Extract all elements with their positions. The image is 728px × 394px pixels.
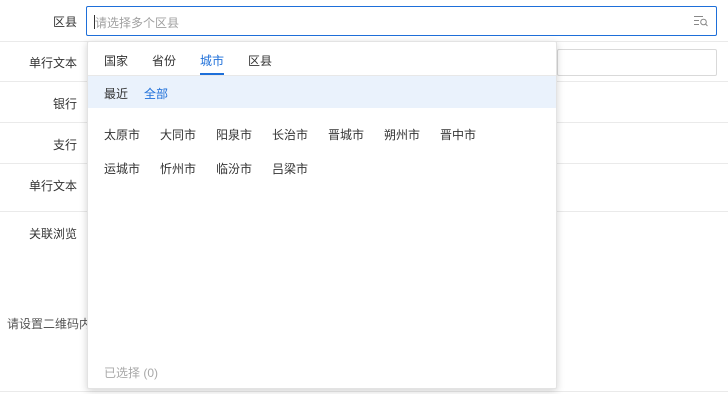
city-option[interactable]: 吕梁市 [272, 160, 308, 177]
list-search-icon[interactable] [694, 15, 708, 27]
field-label-region: 区县 [52, 15, 77, 29]
tab-city[interactable]: 城市 [200, 52, 224, 69]
city-option[interactable]: 忻州市 [160, 160, 196, 177]
tab-district[interactable]: 区县 [248, 52, 272, 69]
qrcode-hint: 请设置二维码内 [7, 317, 92, 331]
active-tab-indicator [200, 73, 224, 75]
text-1-input[interactable] [557, 49, 717, 76]
city-option[interactable]: 长治市 [272, 126, 308, 143]
city-option[interactable]: 晋中市 [440, 126, 476, 143]
region-multiselect-input[interactable]: 请选择多个区县 [86, 6, 717, 36]
field-label-linked-browse: 关联浏览 [28, 227, 77, 241]
region-dropdown-panel: 国家 省份 城市 区县 最近 全部 太原市 大同市 阳泉市 长治市 晋城市 朔州… [87, 41, 557, 389]
field-label-branch: 支行 [52, 138, 77, 152]
region-placeholder: 请选择多个区县 [95, 16, 180, 30]
city-option[interactable]: 朔州市 [384, 126, 420, 143]
city-option[interactable]: 太原市 [104, 126, 140, 143]
city-option[interactable]: 阳泉市 [216, 126, 252, 143]
subtab-all[interactable]: 全部 [144, 85, 168, 102]
city-option[interactable]: 大同市 [160, 126, 196, 143]
tab-country[interactable]: 国家 [104, 52, 128, 69]
filter-subtabs: 最近 全部 [88, 76, 556, 108]
field-label-bank: 银行 [52, 97, 77, 111]
tab-province[interactable]: 省份 [152, 52, 176, 69]
field-label-text-1: 单行文本 [28, 56, 77, 70]
city-option[interactable]: 临汾市 [216, 160, 252, 177]
selected-count: 已选择 (0) [104, 366, 159, 380]
city-option[interactable]: 运城市 [104, 160, 140, 177]
subtab-recent[interactable]: 最近 [104, 85, 128, 102]
field-label-text-2: 单行文本 [28, 179, 77, 193]
level-tabs: 国家 省份 城市 区县 [88, 42, 556, 76]
city-option[interactable]: 晋城市 [328, 126, 364, 143]
